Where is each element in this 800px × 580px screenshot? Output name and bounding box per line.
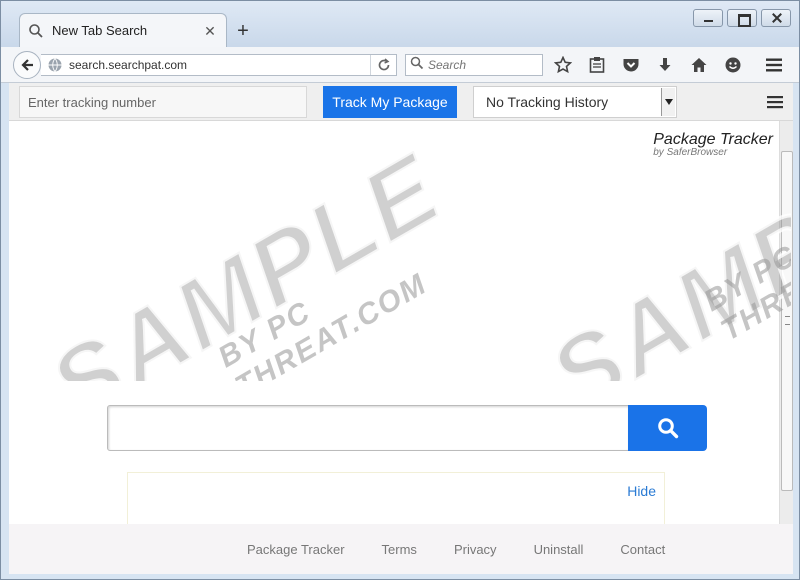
track-my-package-button[interactable]: Track My Package xyxy=(323,86,457,118)
reload-icon[interactable] xyxy=(370,55,396,75)
vertical-scrollbar[interactable] xyxy=(779,121,793,524)
tracking-number-input[interactable] xyxy=(19,86,307,118)
close-tab-icon[interactable]: ✕ xyxy=(202,23,218,39)
toolbar-icons xyxy=(553,55,743,75)
browser-window: New Tab Search ✕ + search.searchpat.com xyxy=(0,0,800,580)
main-search-button[interactable] xyxy=(628,405,707,451)
home-icon[interactable] xyxy=(689,55,709,75)
footer-link-package-tracker[interactable]: Package Tracker xyxy=(247,542,345,557)
minimize-button[interactable] xyxy=(693,9,723,27)
footer-link-privacy[interactable]: Privacy xyxy=(454,542,497,557)
window-controls xyxy=(693,9,791,27)
search-icon xyxy=(410,56,424,75)
info-panel: Hide xyxy=(127,472,665,524)
close-window-button[interactable] xyxy=(761,9,791,27)
pocket-icon[interactable] xyxy=(621,55,641,75)
main-search-input[interactable] xyxy=(107,405,629,451)
footer-link-terms[interactable]: Terms xyxy=(382,542,417,557)
back-button[interactable] xyxy=(13,51,41,79)
globe-icon xyxy=(47,57,63,73)
scroll-thumb[interactable] xyxy=(781,151,793,491)
tab-title: New Tab Search xyxy=(52,23,148,38)
menu-icon[interactable] xyxy=(765,57,783,73)
tracking-history-select[interactable]: No Tracking History xyxy=(473,86,677,118)
dropdown-arrow-icon[interactable] xyxy=(661,88,675,116)
tracking-history-value: No Tracking History xyxy=(486,94,609,110)
maximize-button[interactable] xyxy=(727,9,757,27)
search-box xyxy=(107,405,707,451)
back-arrow-icon xyxy=(21,59,33,71)
browser-search-bar[interactable] xyxy=(405,54,543,76)
tab-strip: New Tab Search ✕ + xyxy=(1,1,799,47)
page-footer: Package Tracker Terms Privacy Uninstall … xyxy=(9,524,793,574)
toolbar-menu-icon[interactable] xyxy=(767,95,783,109)
page-content: Package Tracker by SaferBrowser Hide xyxy=(9,121,779,524)
download-icon[interactable] xyxy=(655,55,675,75)
brand-logo: Package Tracker by SaferBrowser xyxy=(653,131,773,158)
footer-link-contact[interactable]: Contact xyxy=(620,542,665,557)
tab-new-tab-search[interactable]: New Tab Search ✕ xyxy=(19,13,227,47)
search-icon xyxy=(28,23,44,39)
browser-search-input[interactable] xyxy=(428,58,538,72)
url-bar[interactable]: search.searchpat.com xyxy=(41,54,397,76)
footer-link-uninstall[interactable]: Uninstall xyxy=(534,542,584,557)
search-icon xyxy=(657,418,678,439)
nav-bar: search.searchpat.com xyxy=(1,47,799,83)
new-tab-button[interactable]: + xyxy=(233,21,253,41)
footer-links: Package Tracker Terms Privacy Uninstall … xyxy=(247,542,702,557)
hide-link[interactable]: Hide xyxy=(627,483,656,499)
reading-list-icon[interactable] xyxy=(587,55,607,75)
url-text[interactable]: search.searchpat.com xyxy=(69,58,370,72)
package-tracker-toolbar: Track My Package No Tracking History xyxy=(9,83,793,121)
smiley-icon[interactable] xyxy=(723,55,743,75)
bookmark-star-icon[interactable] xyxy=(553,55,573,75)
